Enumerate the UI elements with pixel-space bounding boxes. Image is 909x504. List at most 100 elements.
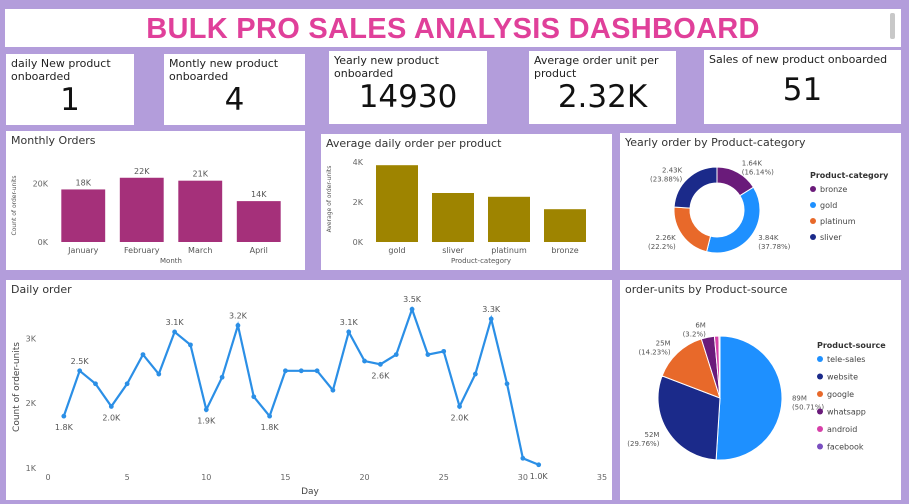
kpi-card-monthly: Montly new product onboarded 4 (164, 54, 305, 125)
legend-marker (817, 426, 823, 432)
yearly-order-category-card: Yearly order by Product-category 1.64K (1… (620, 133, 901, 270)
data-point (472, 371, 478, 377)
y-tick-label: 20K (33, 180, 49, 189)
y-tick-label: 0K (38, 238, 49, 247)
slice-value-label: 6M (695, 321, 706, 329)
legend-marker (817, 373, 823, 380)
slice-value-label: 89M (792, 394, 807, 402)
kpi-label: daily New product onboarded (11, 57, 111, 83)
legend-item: tele-sales (827, 355, 865, 364)
kpi-card-daily: daily New product onboarded 1 (6, 54, 134, 125)
data-point (203, 407, 209, 413)
x-tick-label: April (250, 246, 268, 255)
product-source-card: order-units by Product-source 89M (50.71%… (620, 280, 901, 500)
x-tick-label: 35 (597, 473, 607, 482)
pie-slice (673, 206, 712, 253)
legend-marker (817, 443, 823, 450)
legend-marker (810, 186, 816, 192)
chart-title: Monthly Orders (11, 134, 96, 147)
bar (178, 180, 223, 242)
slice-percent-label: (23.88%) (650, 176, 682, 184)
pie-slice (715, 335, 783, 461)
data-point (298, 368, 304, 374)
data-label: 3.3K (482, 305, 501, 314)
chart-title: Average daily order per product (326, 137, 502, 150)
kpi-label: Sales of new product onboarded (709, 53, 888, 66)
data-point (346, 329, 352, 335)
x-tick-label: February (124, 246, 160, 255)
data-label: 1.9K (197, 417, 216, 426)
slice-value-label: 52M (644, 431, 659, 439)
slice-value-label: 2.26K (656, 234, 677, 242)
kpi-value: 14930 (358, 79, 458, 115)
y-tick-label: 2K (353, 198, 364, 207)
bar (119, 177, 164, 242)
pie-slice (706, 186, 761, 254)
data-point (267, 413, 272, 419)
legend-item: whatsapp (827, 408, 866, 417)
y-tick-label: 4K (353, 158, 364, 167)
data-point (425, 352, 431, 357)
data-label: 22K (134, 167, 150, 176)
bar (236, 201, 281, 242)
legend-item: facebook (827, 443, 864, 452)
data-point (393, 352, 399, 357)
monthly-orders-card: Monthly Orders 0K 20K Count of order-units… (6, 131, 305, 270)
data-label: 1.8K (55, 423, 74, 432)
slice-value-label: 25M (656, 340, 671, 348)
legend-title: Product-category (810, 171, 889, 180)
x-axis-label: Product-category (451, 257, 511, 265)
y-tick-label: 0K (353, 238, 364, 247)
legend-marker (810, 234, 816, 240)
data-point (172, 329, 178, 335)
data-point (219, 374, 225, 380)
data-point (330, 387, 336, 393)
bar (432, 193, 474, 242)
y-axis-label: Count of order-units (11, 176, 18, 236)
legend-marker (810, 218, 816, 224)
slice-percent-label: (22.2%) (648, 243, 676, 251)
slice-value-label: 2.43K (662, 167, 683, 175)
legend-marker (817, 391, 823, 397)
legend-item: platinum (820, 217, 856, 226)
daily-order-card: Daily order 1K 2K 3K 0 5 10 15 20 25 30 35 Day Count… (6, 280, 612, 500)
legend-title: Product-source (817, 341, 886, 350)
kpi-value: 51 (782, 72, 823, 108)
data-label: 3.1K (340, 318, 359, 327)
y-tick-label: 1K (26, 464, 37, 473)
bar (61, 189, 106, 242)
chart-title: Yearly order by Product-category (625, 136, 806, 149)
x-tick-label: 0 (45, 473, 50, 482)
avg-daily-order-chart: 0K 2K 4K Average of order-units gold sliver pl… (326, 158, 586, 265)
data-point (77, 368, 83, 374)
slice-percent-label: (3.2%) (683, 330, 707, 338)
data-point (251, 394, 257, 400)
monthly-orders-chart: 0K 20K Count of order-units 18K January 22K Fe… (11, 167, 281, 265)
slice-percent-label: (14.23%) (638, 349, 670, 357)
data-point (124, 381, 130, 387)
x-tick-label: 20 (359, 473, 369, 482)
legend-item: sliver (820, 233, 842, 242)
daily-order-line-chart: 1K 2K 3K 0 5 10 15 20 25 30 35 Day Count of order-un… (12, 295, 607, 497)
scrollbar-thumb[interactable] (890, 13, 895, 39)
slice-percent-label: (37.78%) (758, 243, 790, 251)
x-axis-label: Day (301, 487, 319, 497)
legend-marker (817, 408, 823, 415)
y-tick-label: 2K (26, 399, 37, 408)
chart-title: Daily order (11, 283, 72, 296)
slice-percent-label: (16.14%) (742, 168, 774, 176)
legend-item: gold (820, 201, 837, 210)
data-point (235, 323, 241, 328)
y-axis-label: Count of order-units (12, 342, 22, 432)
data-point (283, 368, 288, 374)
slice-value-label: 3.84K (758, 234, 779, 242)
y-axis-label: Average of order-units (326, 166, 333, 233)
dashboard-title-bar: BULK PRO SALES ANALYSIS DASHBOARD (5, 9, 901, 47)
kpi-label: Montly new product onboarded (169, 57, 279, 83)
data-label: 21K (193, 170, 209, 179)
data-label: 3.5K (403, 295, 422, 304)
bar (376, 165, 418, 242)
x-tick-label: 15 (280, 473, 290, 482)
dashboard-title: BULK PRO SALES ANALYSIS DASHBOARD (146, 13, 760, 45)
data-point (409, 306, 415, 312)
